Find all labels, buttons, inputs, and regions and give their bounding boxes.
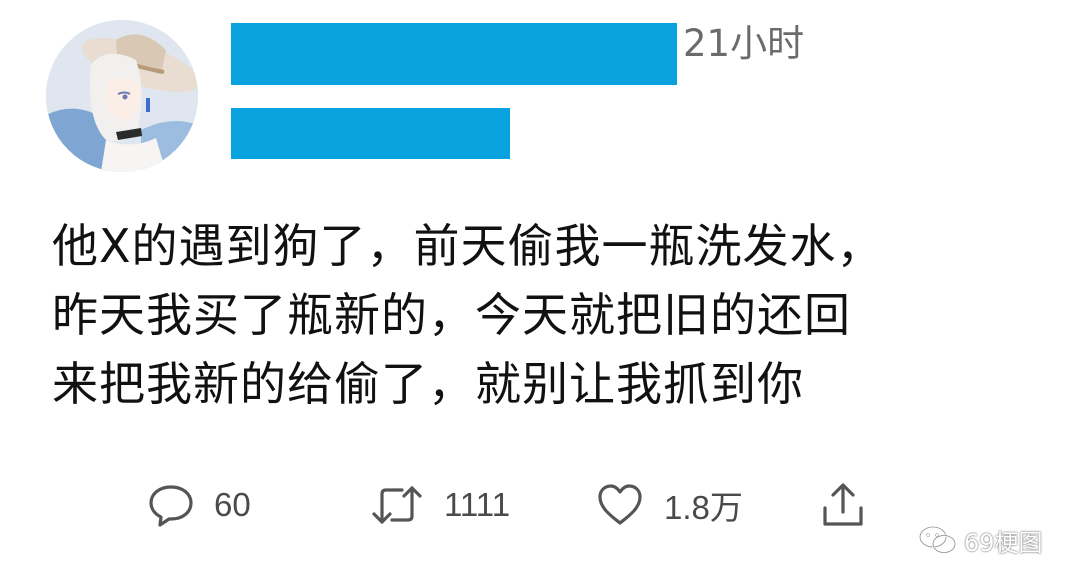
watermark: 69梗图 [918,520,1043,560]
timestamp[interactable]: 21小时 [683,22,804,66]
share-icon [823,483,863,526]
tweet-line: 昨天我买了瓶新的，今天就把旧的还回 [52,288,851,342]
retweet-icon [372,486,422,524]
retweet-button[interactable]: 1111 [370,475,510,535]
reply-icon [149,485,193,527]
tweet-line: 来把我新的给偷了，就别让我抓到你 [52,357,804,411]
tweet-line: 他X的遇到狗了，前天偷我一瓶洗发水， [52,219,884,273]
reply-count: 60 [214,486,251,523]
tweet-card: 21小时 他X的遇到狗了，前天偷我一瓶洗发水， 昨天我买了瓶新的，今天就把旧的还… [0,0,1080,587]
reply-button[interactable]: 60 [148,475,251,535]
avatar-image [46,20,198,172]
like-icon [598,484,642,525]
wechat-icon [918,525,957,554]
retweet-count: 1111 [444,486,511,523]
tweet-body: 他X的遇到狗了，前天偷我一瓶洗发水， 昨天我买了瓶新的，今天就把旧的还回 来把我… [52,212,1062,419]
redacted-display-name [231,23,677,85]
watermark-text: 69梗图 [964,528,1043,557]
like-button[interactable]: 1.8万 [596,475,743,535]
like-count: 1.8万 [664,489,743,526]
redacted-username [231,108,510,159]
avatar[interactable] [46,20,198,172]
share-button[interactable] [820,475,866,535]
